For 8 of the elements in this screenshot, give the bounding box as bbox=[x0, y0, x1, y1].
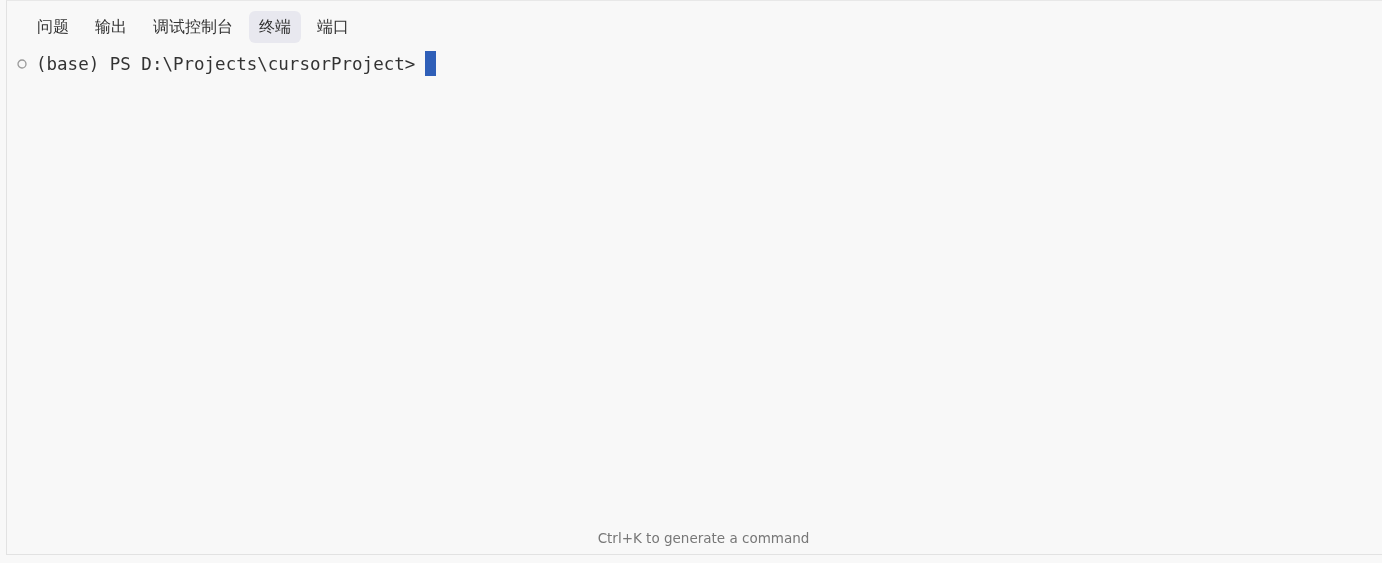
panel-tab[interactable]: 端口 bbox=[307, 11, 359, 43]
panel-tab[interactable]: 调试控制台 bbox=[143, 11, 243, 43]
panel-tab[interactable]: 输出 bbox=[85, 11, 137, 43]
panel-tab[interactable]: 问题 bbox=[27, 11, 79, 43]
panel-tab[interactable]: 终端 bbox=[249, 11, 301, 43]
hint-text: Ctrl+K to generate a command bbox=[596, 530, 811, 548]
circle-icon bbox=[17, 58, 27, 69]
terminal-prompt: (base) PS D:\Projects\cursorProject> bbox=[36, 53, 416, 74]
